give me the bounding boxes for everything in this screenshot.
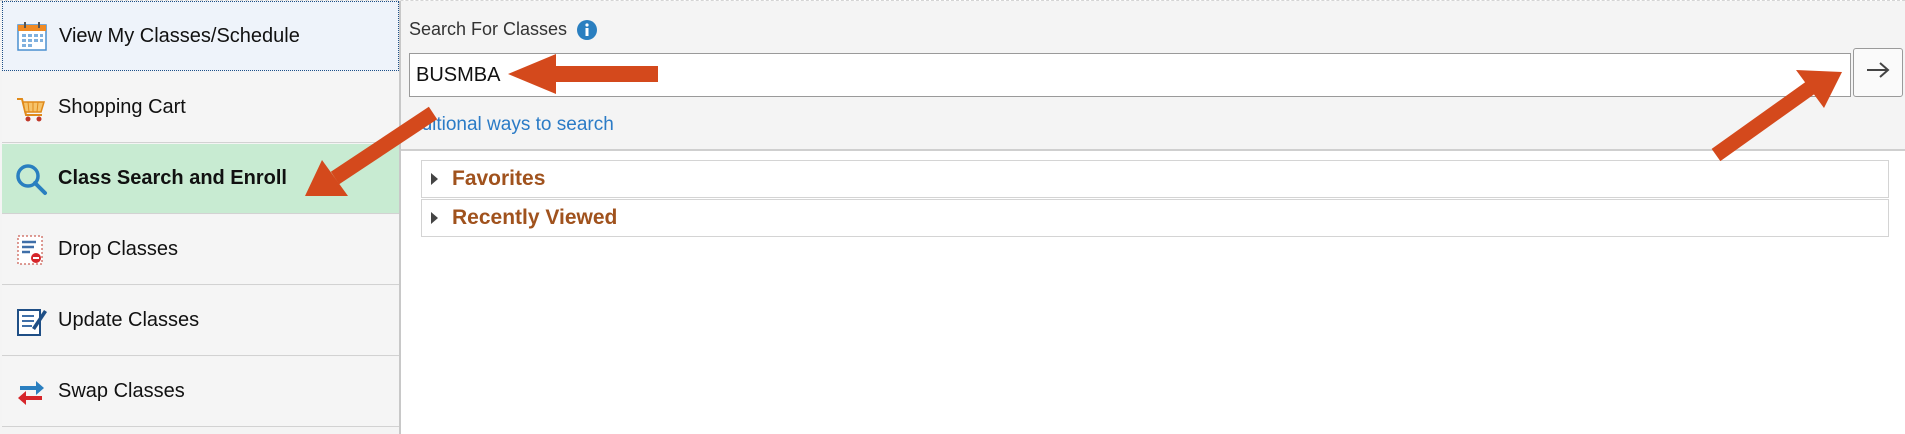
info-icon[interactable]	[576, 19, 598, 41]
sidebar-item-shopping-cart[interactable]: Shopping Cart	[2, 73, 399, 143]
search-icon	[14, 162, 48, 196]
sidebar-item-label: Swap Classes	[58, 380, 185, 402]
recently-viewed-title: Recently Viewed	[452, 206, 618, 229]
shopping-cart-icon	[14, 91, 48, 125]
search-go-button[interactable]	[1853, 48, 1903, 97]
update-classes-icon	[14, 304, 48, 338]
search-label: Search For Classes	[409, 19, 568, 39]
recently-viewed-section[interactable]: Recently Viewed	[421, 199, 1889, 237]
sidebar-item-label: Shopping Cart	[58, 96, 186, 118]
sidebar-item-label: Class Search and Enroll	[58, 167, 287, 189]
favorites-section[interactable]: Favorites	[421, 160, 1889, 198]
search-panel: Search For Classes dditional ways to sea…	[401, 1, 1905, 151]
sidebar-nav: View My Classes/Schedule Shopping Cart C…	[0, 1, 401, 434]
sidebar-item-label: Drop Classes	[58, 238, 179, 260]
sidebar-item-update-classes[interactable]: Update Classes	[2, 286, 399, 356]
sidebar-item-class-search[interactable]: Class Search and Enroll	[2, 144, 399, 214]
caret-right-icon	[430, 172, 440, 186]
arrow-right-icon	[1865, 60, 1891, 85]
sidebar-item-drop-classes[interactable]: Drop Classes	[2, 215, 399, 285]
drop-classes-icon	[14, 233, 48, 267]
swap-arrows-icon	[14, 375, 48, 409]
sidebar-item-swap-classes[interactable]: Swap Classes	[2, 357, 399, 427]
sidebar-item-view-my-classes[interactable]: View My Classes/Schedule	[2, 1, 399, 71]
calendar-icon	[15, 19, 49, 53]
caret-right-icon	[430, 211, 440, 225]
sidebar-item-label: View My Classes/Schedule	[59, 24, 300, 47]
additional-search-link[interactable]: dditional ways to search	[411, 114, 614, 136]
search-input[interactable]	[409, 53, 1851, 97]
favorites-title: Favorites	[452, 167, 546, 190]
sidebar-item-label: Update Classes	[58, 309, 200, 331]
